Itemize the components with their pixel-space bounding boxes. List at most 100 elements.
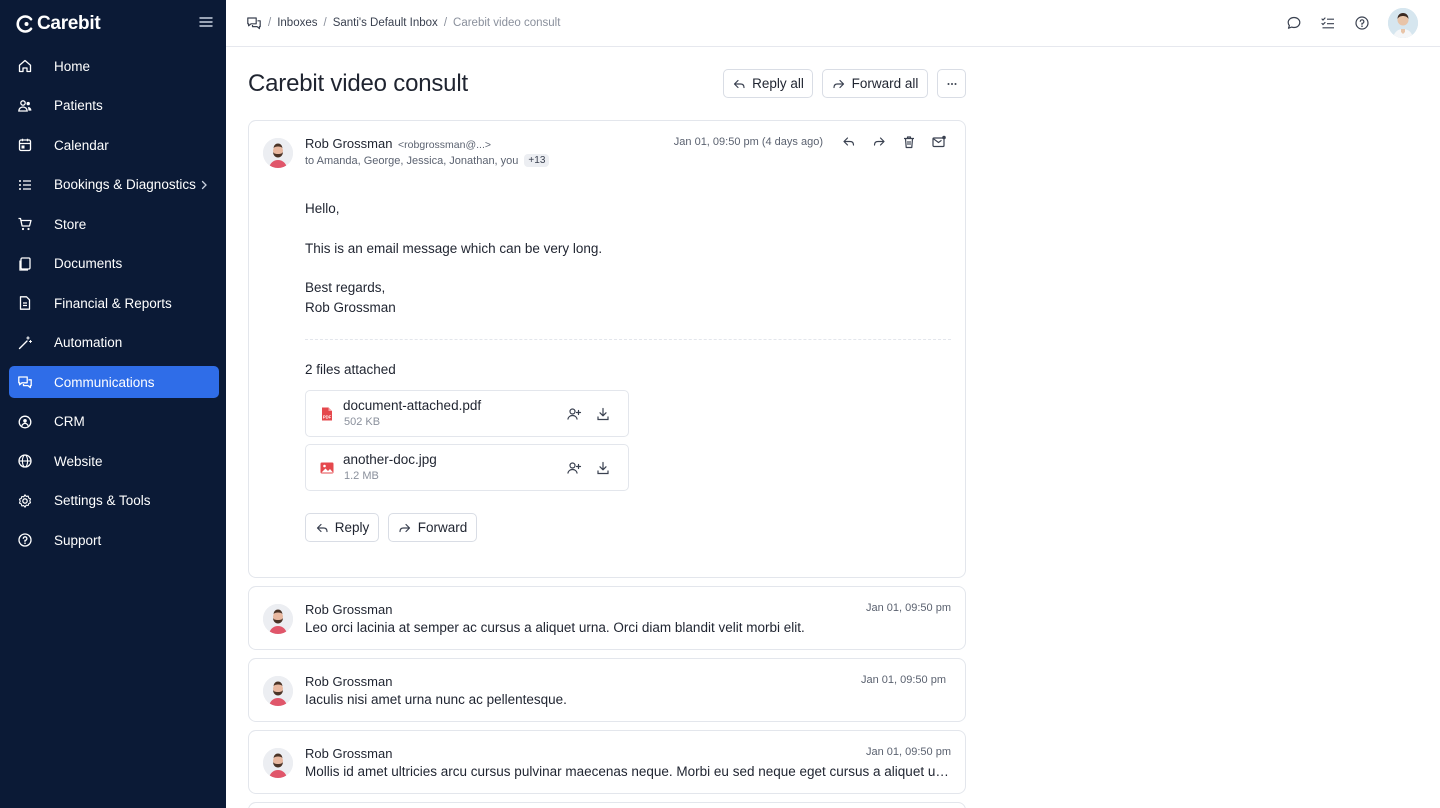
message-actions — [841, 134, 947, 150]
sidebar-item-label: Patients — [54, 98, 103, 113]
sidebar-item-communications[interactable]: Communications — [9, 366, 219, 398]
sidebar: Carebit Home Patients Calendar Bookings … — [0, 0, 226, 808]
brand-name: Carebit — [37, 13, 101, 34]
sidebar-item-label: Financial & Reports — [54, 295, 172, 311]
download-icon[interactable] — [595, 460, 611, 476]
message-timestamp: Jan 01, 09:50 pm — [865, 602, 951, 614]
attachment-item[interactable]: another-doc.jpg 1.2 MB — [305, 444, 629, 491]
menu-toggle-icon[interactable] — [198, 14, 214, 30]
brand-logo[interactable]: Carebit — [16, 12, 101, 36]
forward-label: Forward — [417, 520, 468, 535]
sidebar-item-patients[interactable]: Patients — [9, 90, 219, 122]
home-icon — [17, 58, 33, 74]
sidebar-item-label: Settings & Tools — [54, 493, 151, 508]
attachment-size: 1.2 MB — [344, 470, 379, 482]
assign-patient-icon[interactable] — [566, 460, 582, 476]
globe-icon — [17, 453, 33, 469]
sidebar-item-label: Support — [54, 532, 102, 548]
documents-icon — [17, 256, 33, 272]
message-timestamp: Jan 01, 09:50 pm — [865, 746, 951, 758]
recipients-text: to Amanda, George, Jessica, Jonathan, yo… — [305, 154, 519, 167]
page-title: Carebit video consult — [248, 70, 468, 97]
more-horizontal-icon — [947, 82, 956, 85]
message-snippet: Mollis id amet ultricies arcu cursus pul… — [305, 764, 953, 779]
reply-all-button[interactable]: Reply all — [723, 69, 813, 98]
sidebar-item-website[interactable]: Website — [9, 445, 219, 477]
breadcrumb-inbox[interactable]: Santi's Default Inbox — [333, 17, 438, 29]
sender-avatar — [263, 676, 293, 706]
breadcrumb-separator: / — [323, 17, 327, 29]
message-signature: Rob Grossman — [305, 300, 396, 315]
forward-all-button[interactable]: Forward all — [822, 69, 928, 98]
message-body: This is an email message which can be ve… — [305, 241, 603, 256]
download-icon[interactable] — [595, 406, 611, 422]
sidebar-item-label: Calendar — [54, 137, 109, 153]
tasks-icon[interactable] — [1320, 15, 1336, 31]
user-avatar[interactable] — [1388, 8, 1418, 38]
sidebar-item-label: Documents — [54, 256, 123, 271]
mark-unread-icon[interactable] — [931, 134, 947, 150]
message-card-collapsed[interactable] — [248, 802, 966, 808]
sidebar-item-store[interactable]: Store — [9, 208, 219, 240]
message-icon[interactable] — [1286, 15, 1302, 31]
message-card-collapsed[interactable]: Rob Grossman Jan 01, 09:50 pm Leo orci l… — [248, 586, 966, 650]
sidebar-item-label: Bookings & Diagnostics — [54, 177, 196, 192]
message-snippet: Leo orci lacinia at semper ac cursus a a… — [305, 620, 805, 635]
users-icon — [17, 98, 33, 114]
sidebar-nav: Home Patients Calendar Bookings & Diagno… — [9, 50, 219, 564]
message-timestamp: Jan 01, 09:50 pm — [860, 674, 946, 686]
reply-icon — [316, 523, 328, 532]
cart-icon — [17, 216, 33, 232]
forward-all-label: Forward all — [851, 76, 919, 91]
gear-icon — [17, 493, 33, 509]
sidebar-item-label: CRM — [54, 414, 85, 429]
sender-avatar — [263, 138, 293, 168]
message-card-expanded: Rob Grossman <robgrossman@...> to Amanda… — [248, 120, 966, 578]
attachment-item[interactable]: PDF document-attached.pdf 502 KB — [305, 390, 629, 437]
breadcrumb-separator: / — [443, 17, 448, 29]
reply-icon[interactable] — [841, 134, 857, 150]
assign-patient-icon[interactable] — [566, 406, 582, 422]
sidebar-item-label: Communications — [54, 374, 155, 390]
more-options-button[interactable] — [937, 69, 966, 98]
sender-name: Rob Grossman — [305, 674, 393, 689]
sidebar-item-support[interactable]: Support — [9, 524, 219, 556]
sender-line: Rob Grossman <robgrossman@...> — [305, 136, 491, 151]
sender-name: Rob Grossman — [305, 746, 393, 761]
message-card-collapsed[interactable]: Rob Grossman Jan 01, 09:50 pm Mollis id … — [248, 730, 966, 794]
sidebar-item-automation[interactable]: Automation — [9, 327, 219, 359]
breadcrumb-inboxes[interactable]: Inboxes — [277, 17, 317, 29]
reply-button[interactable]: Reply — [305, 513, 379, 542]
forward-icon[interactable] — [871, 134, 887, 150]
attachment-size: 502 KB — [344, 416, 381, 428]
message-greeting: Hello, — [305, 201, 340, 216]
forward-icon — [833, 79, 844, 88]
message-snippet: Iaculis nisi amet urna nunc ac pellentes… — [305, 692, 567, 707]
forward-button[interactable]: Forward — [388, 513, 477, 542]
attachments-title: 2 files attached — [305, 362, 396, 377]
reply-label: Reply — [334, 520, 370, 535]
help-icon[interactable] — [1354, 15, 1370, 31]
message-card-collapsed[interactable]: Rob Grossman Jan 01, 09:50 pm Iaculis ni… — [248, 658, 966, 722]
report-icon — [17, 295, 33, 311]
sidebar-item-label: Automation — [54, 335, 123, 350]
sidebar-item-label: Store — [54, 216, 87, 232]
sidebar-item-documents[interactable]: Documents — [9, 248, 219, 280]
sidebar-item-label: Website — [54, 453, 103, 469]
magic-wand-icon — [17, 335, 33, 351]
chat-icon[interactable] — [246, 15, 262, 31]
pdf-file-icon: PDF — [322, 407, 332, 421]
more-recipients-badge[interactable]: +13 — [524, 154, 550, 167]
sender-email: <robgrossman@...> — [398, 139, 491, 151]
sidebar-item-bookings-diagnostics[interactable]: Bookings & Diagnostics — [9, 169, 219, 201]
sidebar-item-financial-reports[interactable]: Financial & Reports — [9, 287, 219, 319]
message-timestamp: Jan 01, 09:50 pm (4 days ago) — [673, 136, 823, 148]
sender-avatar — [263, 748, 293, 778]
sidebar-item-home[interactable]: Home — [9, 50, 219, 82]
sidebar-item-settings-tools[interactable]: Settings & Tools — [9, 485, 219, 517]
top-actions — [1286, 8, 1418, 38]
reply-all-label: Reply all — [752, 76, 804, 91]
sidebar-item-calendar[interactable]: Calendar — [9, 129, 219, 161]
sidebar-item-crm[interactable]: CRM — [9, 406, 219, 438]
trash-icon[interactable] — [901, 134, 917, 150]
